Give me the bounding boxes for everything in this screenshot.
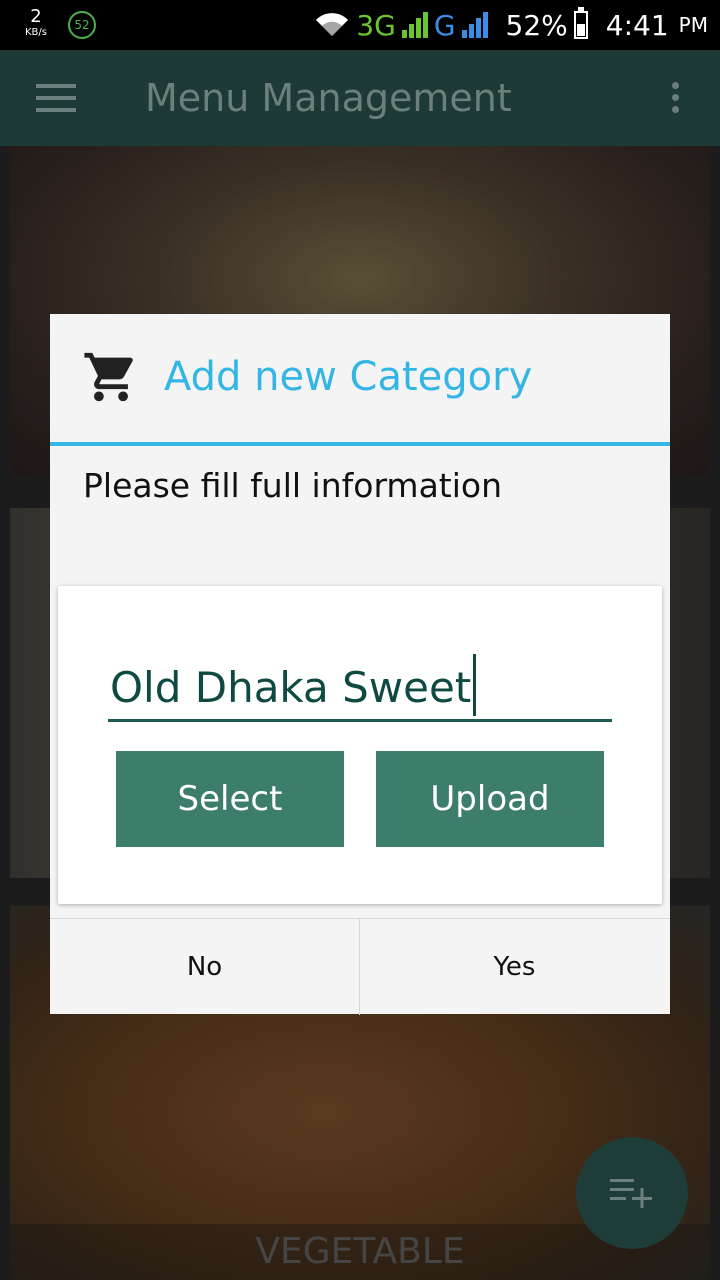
dialog-title-divider: [50, 442, 670, 446]
cart-icon: [84, 352, 133, 402]
status-bar: 2 KB/s 52 3G G 52% 4:41 PM: [0, 0, 720, 50]
dialog-title: Add new Category: [164, 354, 533, 400]
text-caret: [473, 654, 477, 716]
network-speed: 2 KB/s: [18, 8, 54, 38]
network-type-g: G: [433, 8, 456, 42]
yes-button[interactable]: Yes: [360, 919, 669, 1015]
network-speed-unit: KB/s: [25, 27, 47, 38]
select-image-button[interactable]: Select: [116, 751, 344, 847]
no-button[interactable]: No: [50, 919, 359, 1015]
clock-ampm: PM: [678, 13, 708, 37]
notification-badge: 52: [68, 11, 96, 39]
category-name-text: Old Dhaka Sweet: [110, 663, 472, 712]
dialog-header: Add new Category: [50, 314, 670, 446]
status-icons: 3G G 52% 4:41 PM: [314, 0, 708, 50]
battery-percent: 52%: [505, 8, 568, 42]
wifi-icon: [316, 13, 349, 36]
dialog-actions: No Yes: [50, 918, 670, 1015]
network-type-3g: 3G: [356, 8, 396, 42]
more-vert-icon[interactable]: [672, 82, 682, 116]
signal-bars-2-icon: [461, 12, 488, 38]
upload-button[interactable]: Upload: [376, 751, 604, 847]
clock-time: 4:41: [605, 8, 669, 42]
battery-icon: [573, 7, 588, 39]
add-category-fab[interactable]: [576, 1137, 688, 1249]
add-category-dialog: Add new Category Please fill full inform…: [50, 314, 670, 1015]
playlist-add-icon: [610, 1179, 652, 1208]
category-form-card: Old Dhaka Sweet Select Upload: [58, 586, 662, 904]
app-title: Menu Management: [145, 76, 512, 120]
dialog-message: Please fill full information: [83, 466, 503, 505]
network-speed-value: 2: [30, 6, 42, 27]
signal-bars-icon: [401, 12, 428, 38]
category-name-input[interactable]: Old Dhaka Sweet: [108, 642, 612, 722]
screen: 2 KB/s 52 3G G 52% 4:41 PM Menu Manageme…: [0, 0, 720, 1280]
hamburger-menu-icon[interactable]: [36, 84, 76, 114]
app-bar: Menu Management: [0, 50, 720, 146]
category-name-value: Old Dhaka Sweet: [110, 654, 477, 716]
